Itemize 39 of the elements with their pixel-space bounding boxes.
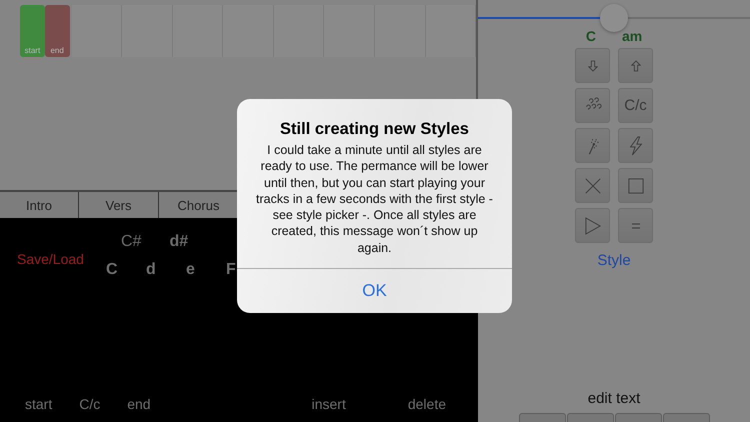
equals-icon: [630, 222, 640, 230]
save-load-link[interactable]: Save/Load: [0, 218, 103, 279]
edit-text-label: edit text: [588, 390, 640, 407]
key-label: C: [586, 28, 596, 44]
down-arrow-icon: [588, 60, 598, 72]
tool-button[interactable]: [618, 48, 653, 83]
action-button[interactable]: delete: [408, 396, 446, 412]
action-button[interactable]: insert: [312, 396, 346, 412]
tool-button[interactable]: [575, 168, 610, 203]
tool-button[interactable]: [575, 128, 610, 163]
tool-button[interactable]: [575, 208, 610, 243]
marker-cell[interactable]: start: [20, 5, 45, 57]
up-arrow-icon: [630, 60, 640, 72]
case-button[interactable]: C/c: [618, 88, 653, 123]
cross-icon: [584, 176, 602, 194]
tool-button[interactable]: [618, 128, 653, 163]
tool-button[interactable]: [618, 168, 653, 203]
slider-thumb[interactable]: [600, 4, 628, 32]
chord-key[interactable]: d: [146, 261, 161, 279]
action-button[interactable]: C/c: [79, 396, 100, 412]
ok-button[interactable]: OK: [237, 268, 512, 313]
timeline-cell[interactable]: [426, 5, 476, 57]
action-button[interactable]: end: [127, 396, 151, 412]
timeline-cell[interactable]: [72, 5, 122, 57]
action-button[interactable]: start: [25, 396, 52, 412]
square-icon: [628, 178, 644, 194]
chord-key[interactable]: d#: [169, 233, 188, 251]
tool-button[interactable]: [618, 208, 653, 243]
dialog-message: I could take a minute until all styles are ready to use. The permance will be lower until then, but you can start playing your tracks in a few seconds with the first style - see style picker -. Once all styles are created, this message won´t show up again.: [255, 142, 494, 257]
tool-button[interactable]: [575, 88, 610, 123]
dialog-title: Still creating new Styles: [280, 120, 469, 139]
play-icon: [584, 216, 600, 234]
key-label: am: [622, 28, 642, 44]
chord-key[interactable]: C: [106, 261, 121, 279]
style-link[interactable]: Style: [597, 252, 631, 269]
marker-cell[interactable]: end: [44, 5, 70, 57]
chord-key[interactable]: C#: [121, 233, 142, 251]
chord-key[interactable]: e: [186, 261, 201, 279]
tool-button[interactable]: [575, 48, 610, 83]
